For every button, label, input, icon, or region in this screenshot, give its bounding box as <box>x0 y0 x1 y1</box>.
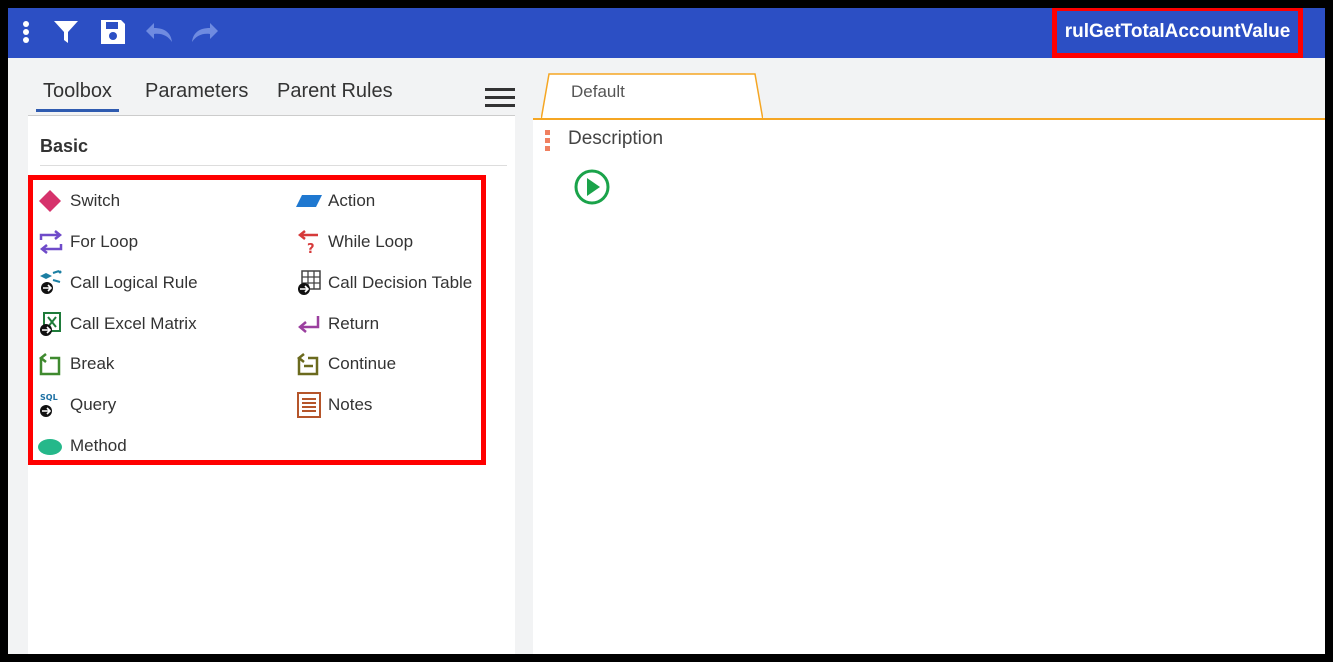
play-circle-icon[interactable] <box>572 167 612 207</box>
method-ellipse-icon <box>38 434 66 458</box>
editor-tab-bar: Default <box>533 58 1325 120</box>
tool-return[interactable]: Return <box>296 312 379 336</box>
top-toolbar: rulGetTotalAccountValue <box>8 8 1325 58</box>
divider <box>533 118 1325 120</box>
tab-parameters[interactable]: Parameters <box>145 80 248 109</box>
divider <box>40 165 507 166</box>
tool-label: Method <box>70 436 127 455</box>
tab-toolbox[interactable]: Toolbox <box>36 80 119 112</box>
return-icon <box>296 312 324 336</box>
tool-label: Call Logical Rule <box>70 273 198 292</box>
svg-text:SQL: SQL <box>40 393 58 402</box>
tool-query[interactable]: SQL Query <box>38 393 116 417</box>
left-tab-bar: Toolbox Parameters Parent Rules <box>28 58 515 116</box>
filter-icon[interactable] <box>52 16 80 48</box>
tab-default-label: Default <box>571 82 625 101</box>
app-frame: rulGetTotalAccountValue Toolbox Paramete… <box>8 8 1325 654</box>
rule-name-highlight: rulGetTotalAccountValue <box>1052 8 1303 58</box>
call-decision-table-icon <box>296 270 324 295</box>
tool-label: While Loop <box>328 232 414 251</box>
description-label: Description <box>568 128 664 149</box>
tool-method[interactable]: Method <box>38 434 127 458</box>
action-parallelogram-icon <box>296 189 324 213</box>
tab-default[interactable]: Default <box>541 72 763 120</box>
tool-label: Call Decision Table <box>328 273 473 292</box>
tool-action[interactable]: Action <box>296 189 375 213</box>
for-loop-icon <box>38 230 66 254</box>
tool-label: Continue <box>328 354 397 373</box>
section-title: Basic <box>40 136 89 156</box>
tool-notes[interactable]: Notes <box>296 392 373 418</box>
tool-label: Switch <box>70 191 121 210</box>
drag-handle-icon[interactable] <box>545 130 550 154</box>
query-sql-icon: SQL <box>38 393 66 417</box>
tool-break[interactable]: Break <box>38 352 114 376</box>
tab-parent-rules[interactable]: Parent Rules <box>277 80 393 109</box>
redo-icon[interactable] <box>188 16 220 48</box>
tool-label: Return <box>328 314 380 333</box>
tool-for-loop[interactable]: For Loop <box>38 230 138 254</box>
more-vertical-icon[interactable] <box>16 16 36 48</box>
divider <box>28 115 515 116</box>
tool-call-decision-table[interactable]: Call Decision Table <box>296 270 473 295</box>
tool-label: Action <box>328 191 376 210</box>
notes-icon <box>296 392 324 418</box>
rule-editor-panel: Default Description <box>533 58 1325 654</box>
continue-icon <box>296 352 324 376</box>
rule-name: rulGetTotalAccountValue <box>1064 21 1291 42</box>
call-excel-matrix-icon <box>38 312 66 336</box>
save-icon[interactable] <box>98 16 128 48</box>
left-panel: Toolbox Parameters Parent Rules Basic Sw… <box>28 58 515 654</box>
call-logical-rule-icon <box>38 270 66 295</box>
tool-continue[interactable]: Continue <box>296 352 396 376</box>
tool-call-logical-rule[interactable]: Call Logical Rule <box>38 270 198 295</box>
tool-label: Call Excel Matrix <box>70 314 197 333</box>
tool-while-loop[interactable]: ? While Loop <box>296 230 414 255</box>
tool-label: Query <box>70 395 117 414</box>
tool-label: Notes <box>328 395 373 414</box>
switch-diamond-icon <box>38 189 66 213</box>
tool-call-excel-matrix[interactable]: Call Excel Matrix <box>38 312 197 336</box>
tool-label: Break <box>70 354 115 373</box>
while-loop-icon: ? <box>296 230 324 255</box>
undo-icon[interactable] <box>144 16 176 48</box>
svg-text:?: ? <box>307 242 315 255</box>
break-icon <box>38 352 66 376</box>
tool-switch[interactable]: Switch <box>38 189 120 213</box>
tool-label: For Loop <box>70 232 139 251</box>
hamburger-menu-icon[interactable] <box>485 88 515 108</box>
